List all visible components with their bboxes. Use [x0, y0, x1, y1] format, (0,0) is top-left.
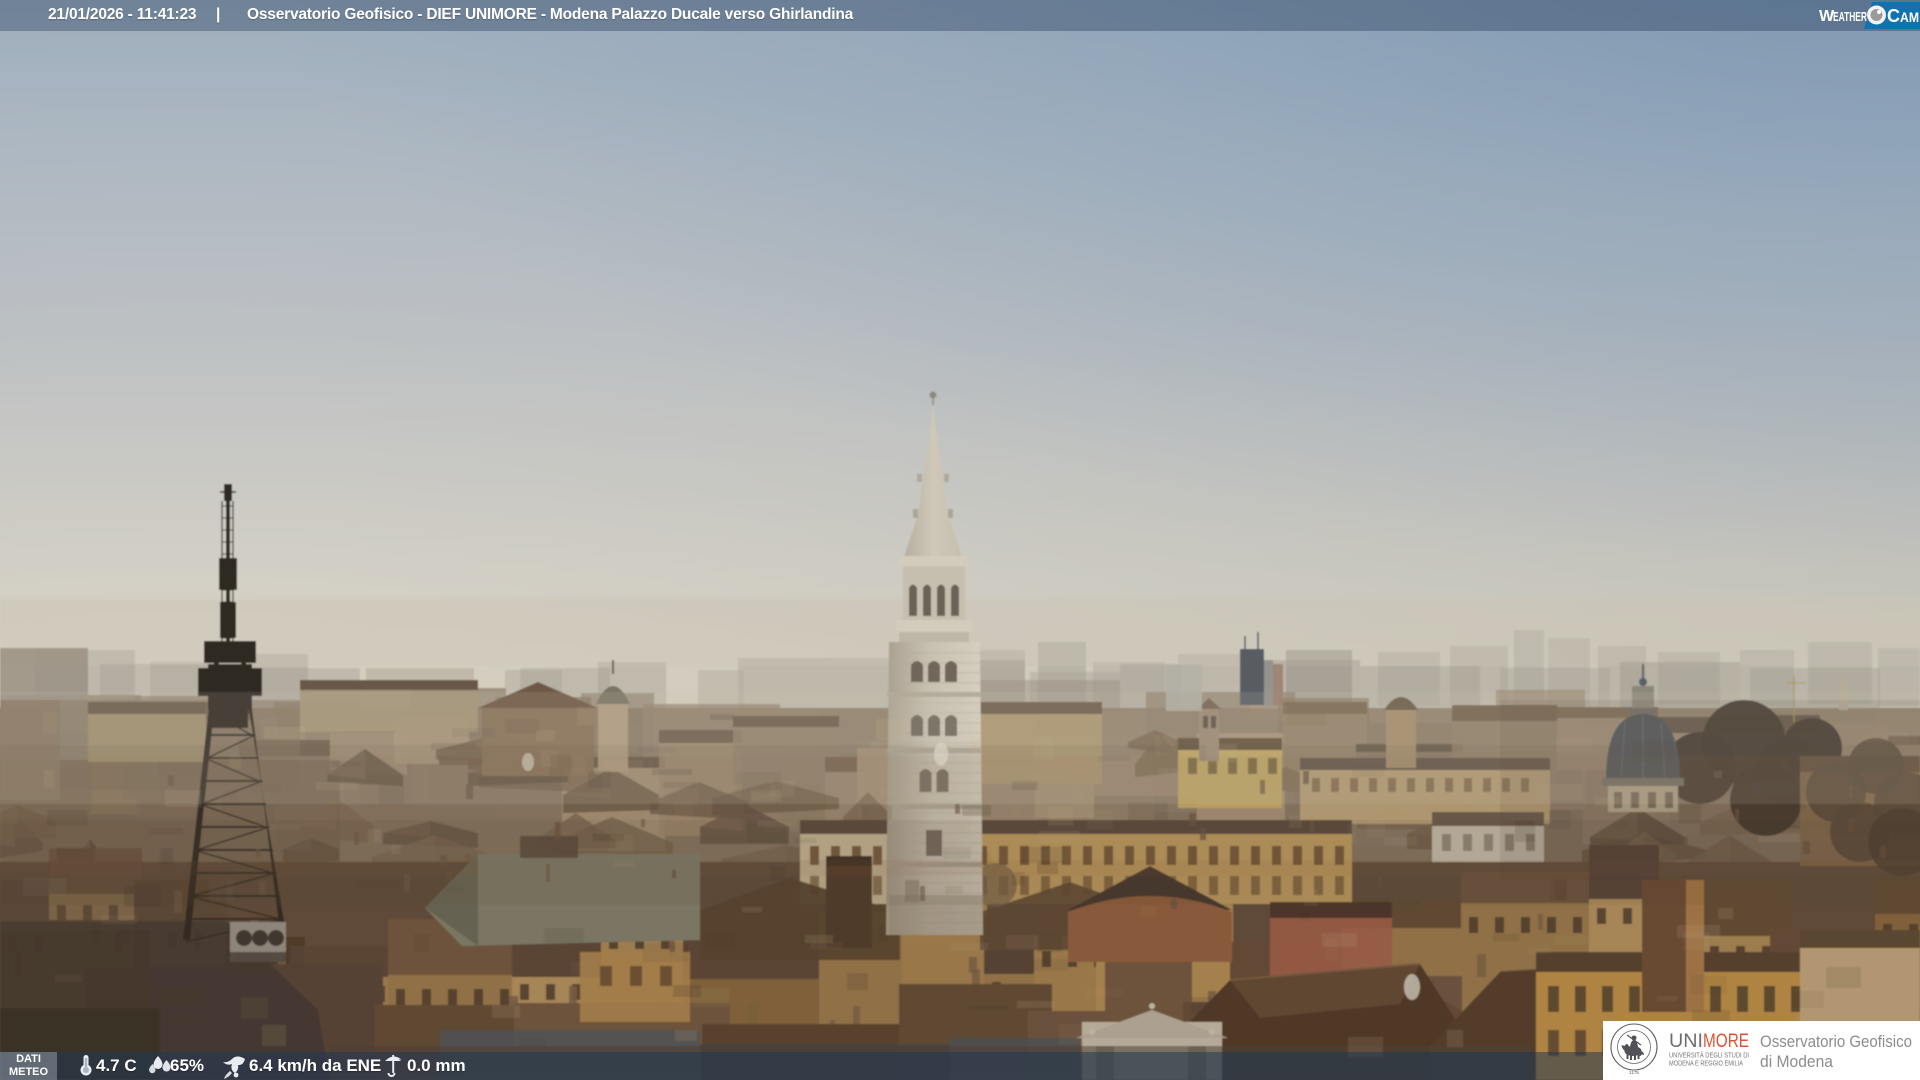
svg-text:UNI: UNI	[1669, 1031, 1703, 1052]
svg-text:MORE: MORE	[1703, 1031, 1749, 1052]
svg-text:MODENA E REGGIO EMILIA: MODENA E REGGIO EMILIA	[1669, 1061, 1743, 1068]
svg-text:C: C	[1887, 6, 1900, 26]
svg-text:EATHER: EATHER	[1833, 10, 1867, 24]
svg-text:Osservatorio Geofisico: Osservatorio Geofisico	[1760, 1032, 1912, 1051]
svg-text:UNIVERSITÀ DEGLI STUDI DI: UNIVERSITÀ DEGLI STUDI DI	[1669, 1051, 1749, 1060]
svg-text:1175: 1175	[1629, 1070, 1639, 1075]
svg-text:di Modena: di Modena	[1760, 1052, 1833, 1071]
svg-text:AM: AM	[1900, 9, 1919, 25]
